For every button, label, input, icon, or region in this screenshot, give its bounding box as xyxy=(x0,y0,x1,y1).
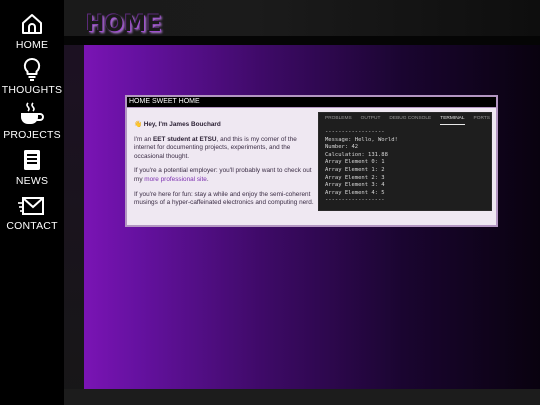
nav-item-thoughts[interactable]: THOUGHTS xyxy=(0,57,64,96)
terminal-line: Number: 42 xyxy=(325,144,359,151)
terminal-tabs: PROBLEMS OUTPUT DEBUG CONSOLE TERMINAL P… xyxy=(319,113,491,125)
newspaper-icon xyxy=(0,148,64,172)
nav-item-news[interactable]: NEWS xyxy=(0,148,64,187)
terminal-line: ------------------ xyxy=(325,129,385,135)
terminal-line: Array Element 0: 1 xyxy=(325,159,385,166)
intro-paragraph-1: I'm an EET student at ETSU, and this is … xyxy=(134,136,314,162)
nav-item-projects[interactable]: PROJECTS xyxy=(0,102,64,141)
nav-label-news: NEWS xyxy=(15,175,49,187)
page-title: HOME xyxy=(86,12,163,37)
header-divider xyxy=(64,36,540,45)
terminal-line: ------------------ xyxy=(325,197,385,204)
greeting-text: Hey, I'm James Bouchard xyxy=(143,121,221,128)
home-icon xyxy=(0,12,64,36)
terminal-line: Array Element 4: 5 xyxy=(325,189,385,196)
nav-item-contact[interactable]: CONTACT xyxy=(0,195,64,232)
coffee-cup-icon xyxy=(0,102,64,126)
footer-band xyxy=(64,389,540,405)
terminal-line: Array Element 2: 3 xyxy=(325,174,385,181)
sidebar-nav: HOME THOUGHTS PROJECTS NEWS CONTACT xyxy=(0,0,64,405)
para1-bold: EET student at ETSU xyxy=(152,135,217,143)
tab-output[interactable]: OUTPUT xyxy=(361,113,381,125)
nav-label-home: HOME xyxy=(15,39,49,51)
window-titlebar: HOME SWEET HOME xyxy=(127,97,496,108)
terminal-line: Array Element 3: 4 xyxy=(325,182,385,189)
para1-pre: I'm an xyxy=(134,135,153,143)
mail-icon xyxy=(0,195,64,217)
side-strip xyxy=(64,0,84,405)
professional-site-link[interactable]: more professional site xyxy=(144,176,207,183)
para2-post: . xyxy=(206,175,209,183)
nav-item-home[interactable]: HOME xyxy=(0,12,64,51)
terminal-line: Message: Hello, World! xyxy=(325,136,398,143)
intro-paragraph-2: If you're a potential employer: you'll p… xyxy=(134,167,314,184)
nav-label-contact: CONTACT xyxy=(6,220,58,232)
terminal-line: Calculation: 131.88 xyxy=(325,151,388,158)
tab-terminal[interactable]: TERMINAL xyxy=(440,113,465,125)
tab-ports[interactable]: PORTS xyxy=(474,113,490,125)
nav-label-thoughts: THOUGHTS xyxy=(1,84,63,96)
terminal-line: Array Element 1: 2 xyxy=(325,166,385,173)
intro-paragraph-3: If you're here for fun: stay a while and… xyxy=(134,190,314,207)
intro-text: 👋 Hey, I'm James Bouchard I'm an EET stu… xyxy=(134,121,314,214)
wave-emoji: 👋 xyxy=(134,121,142,128)
tab-debug-console[interactable]: DEBUG CONSOLE xyxy=(389,113,431,125)
home-window: HOME SWEET HOME 👋 Hey, I'm James Bouchar… xyxy=(125,95,498,227)
greeting-heading: 👋 Hey, I'm James Bouchard xyxy=(134,121,314,130)
terminal-output: ------------------ Message: Hello, World!… xyxy=(319,125,491,209)
tab-problems[interactable]: PROBLEMS xyxy=(325,113,352,125)
terminal-panel: PROBLEMS OUTPUT DEBUG CONSOLE TERMINAL P… xyxy=(318,112,492,211)
nav-label-projects: PROJECTS xyxy=(3,129,61,141)
lightbulb-icon xyxy=(0,57,64,81)
